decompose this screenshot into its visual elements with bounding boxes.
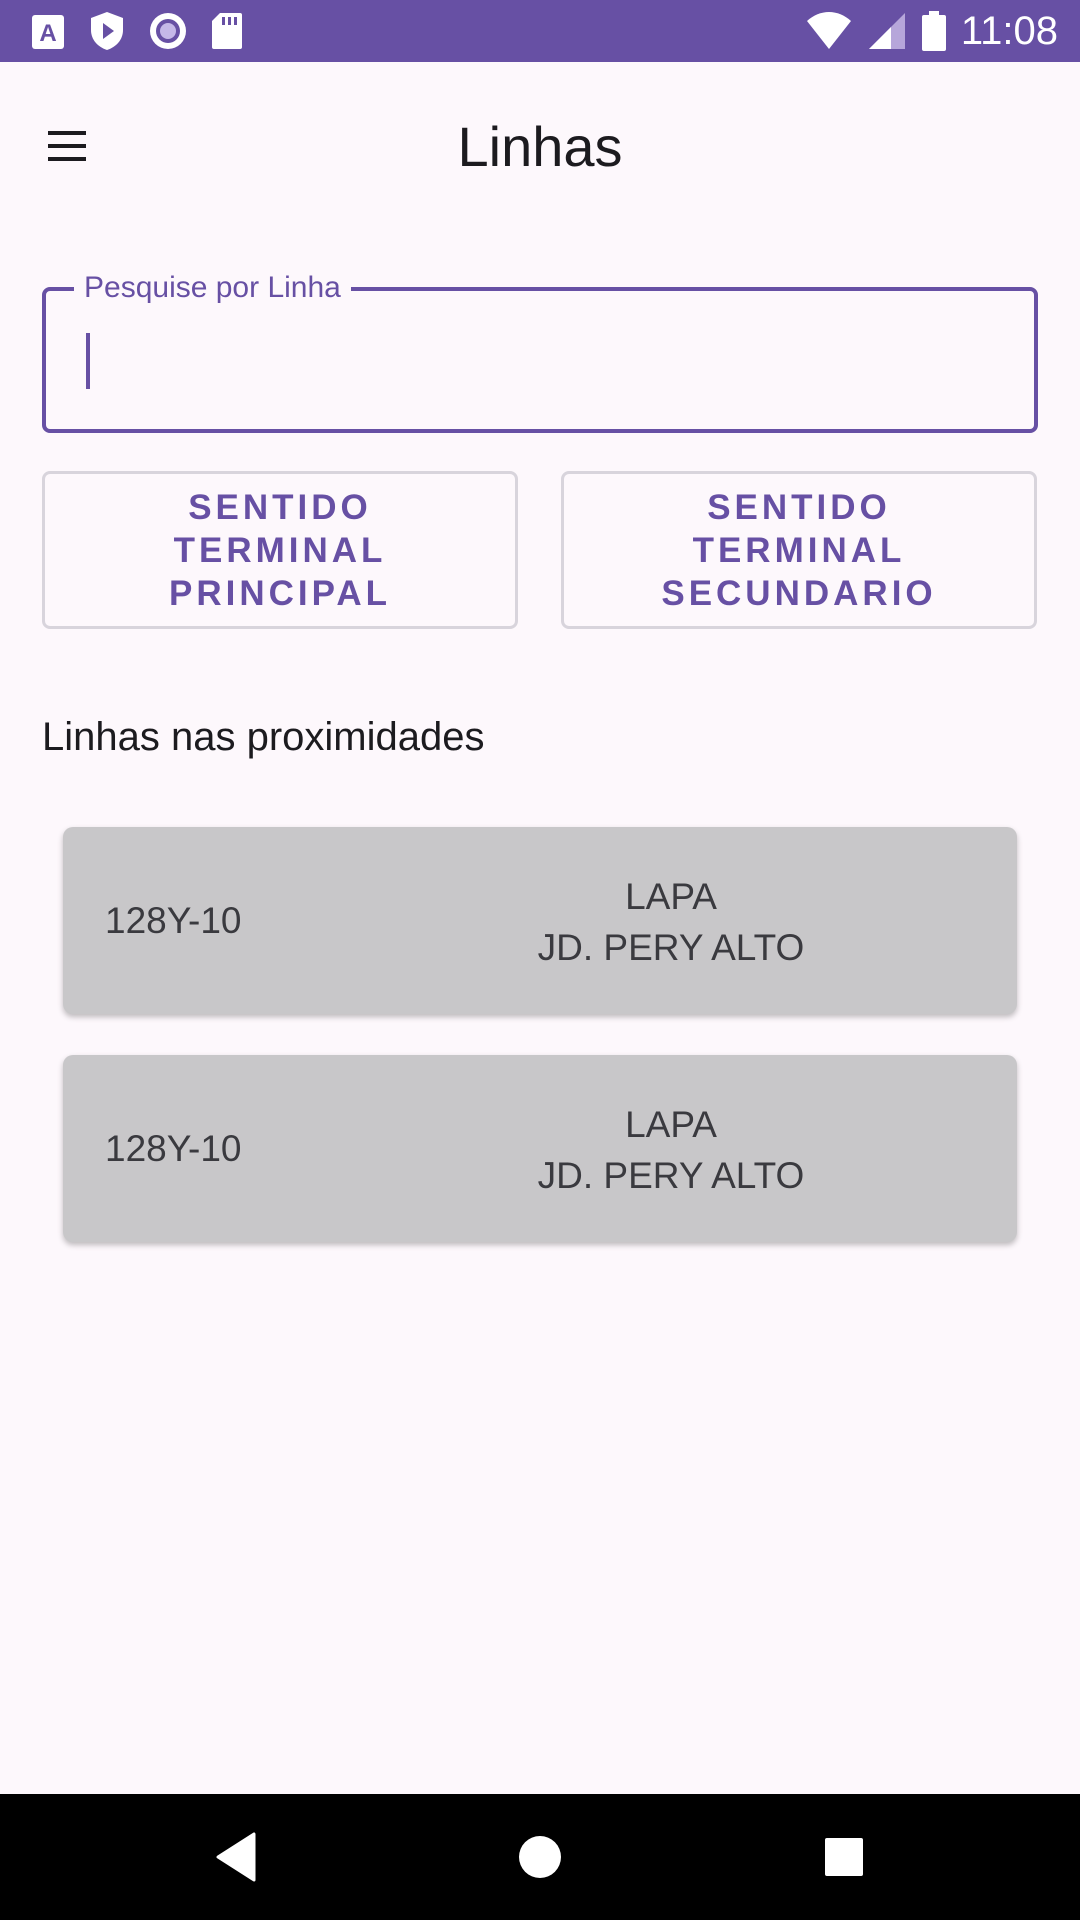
page-title: Linhas (457, 115, 623, 178)
status-time: 11:08 (960, 9, 1058, 53)
battery-icon (921, 11, 946, 51)
home-icon (519, 1836, 561, 1878)
search-input[interactable] (82, 313, 1002, 405)
back-button[interactable] (200, 1824, 270, 1890)
search-label: Pesquise por Linha (74, 270, 351, 306)
svg-text:A: A (39, 20, 56, 47)
nearby-lines-title: Linhas nas proximidades (42, 715, 485, 759)
signal-icon (868, 13, 905, 49)
line-terminals: LAPA JD. PERY ALTO (423, 871, 919, 973)
font-download-icon: A (32, 15, 64, 49)
wifi-icon (806, 12, 851, 49)
navigation-bar (0, 1794, 1080, 1920)
line-card[interactable]: 128Y-10 LAPA JD. PERY ALTO (63, 1055, 1017, 1242)
line-terminal-1: LAPA (625, 876, 717, 917)
principal-terminal-label: SENTIDO TERMINAL PRINCIPAL (168, 487, 392, 613)
line-terminal-1: LAPA (625, 1104, 717, 1145)
sd-card-icon (212, 13, 242, 49)
line-code: 128Y-10 (105, 899, 242, 941)
status-left-icons: A (30, 10, 244, 52)
secondary-terminal-button[interactable]: SENTIDO TERMINAL SECUNDARIO (561, 471, 1037, 629)
secondary-terminal-label: SENTIDO TERMINAL SECUNDARIO (661, 487, 937, 613)
text-cursor (86, 333, 90, 389)
recents-icon (825, 1838, 863, 1876)
recents-button[interactable] (809, 1824, 879, 1890)
shield-play-icon (91, 12, 123, 50)
line-card[interactable]: 128Y-10 LAPA JD. PERY ALTO (63, 827, 1017, 1014)
line-terminals: LAPA JD. PERY ALTO (423, 1099, 919, 1201)
line-terminal-2: JD. PERY ALTO (537, 927, 805, 968)
status-bar: A 11:08 (0, 0, 1080, 62)
principal-terminal-button[interactable]: SENTIDO TERMINAL PRINCIPAL (42, 471, 518, 629)
search-field[interactable]: Pesquise por Linha (42, 270, 1038, 433)
line-code: 128Y-10 (105, 1127, 242, 1169)
status-right-icons: 11:08 (805, 8, 1058, 54)
line-terminal-2: JD. PERY ALTO (537, 1155, 805, 1196)
screen: A 11:08 Linhas Pesquise por Linha SENTID… (0, 0, 1080, 1920)
back-icon (216, 1832, 256, 1882)
radio-button-icon (150, 13, 186, 49)
home-button[interactable] (505, 1824, 575, 1890)
